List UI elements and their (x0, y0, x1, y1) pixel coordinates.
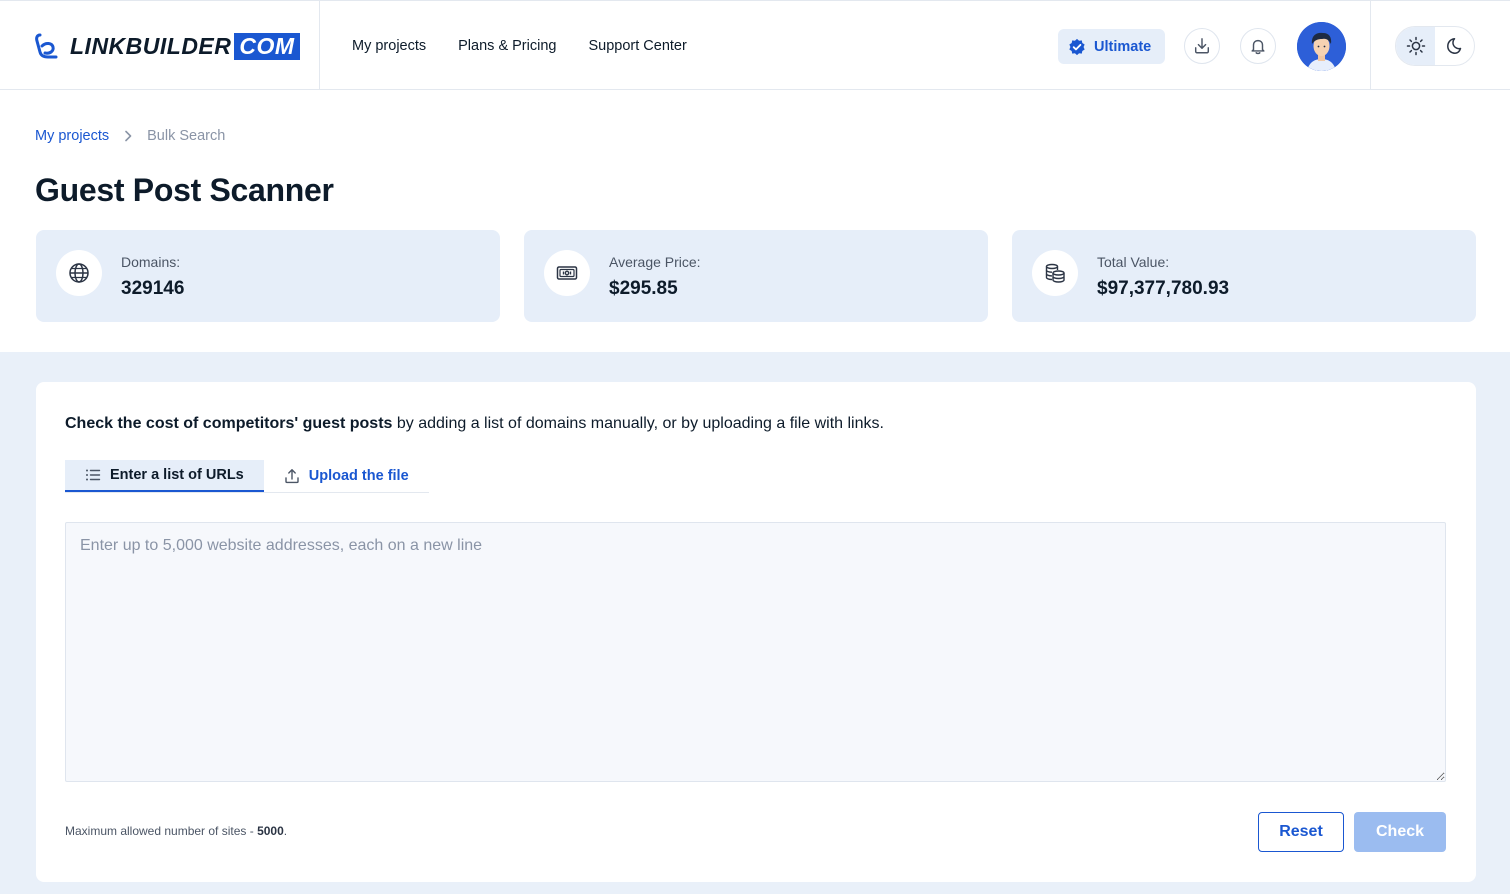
check-button[interactable]: Check (1354, 812, 1446, 852)
stat-value: $97,377,780.93 (1097, 278, 1230, 299)
bell-icon (1251, 39, 1265, 55)
stat-card-total-value: Total Value: $97,377,780.93 (1012, 230, 1476, 322)
logo[interactable]: LINKBUILDER COM (34, 31, 300, 61)
banknote-icon (556, 266, 578, 280)
logo-com: COM (234, 32, 300, 60)
top-header: LINKBUILDER COM My projects Plans & Pric… (0, 0, 1510, 90)
moon-icon (1446, 38, 1461, 54)
download-button[interactable] (1184, 28, 1220, 64)
logo-text: LINKBUILDER (70, 32, 232, 59)
tab-label: Enter a list of URLs (110, 467, 244, 483)
stat-label: Total Value: (1097, 254, 1170, 270)
avatar-image (1297, 22, 1346, 71)
breadcrumb-current: Bulk Search (147, 128, 226, 144)
list-icon (86, 469, 101, 481)
scanner-form-card: Check the cost of competitors' guest pos… (36, 382, 1476, 882)
stat-label: Average Price: (609, 254, 701, 270)
verified-badge-icon (1069, 38, 1085, 55)
theme-toggle[interactable] (1395, 26, 1475, 66)
intro-text: Check the cost of competitors' guest pos… (65, 415, 884, 433)
urls-textarea[interactable] (65, 522, 1446, 782)
dark-theme-option[interactable] (1435, 27, 1474, 65)
stat-value: $295.85 (609, 278, 678, 299)
reset-button[interactable]: Reset (1258, 812, 1344, 852)
stat-value: 329146 (121, 278, 185, 299)
tab-enter-urls[interactable]: Enter a list of URLs (65, 460, 264, 492)
header-divider (319, 1, 320, 90)
nav-support-center[interactable]: Support Center (588, 38, 686, 54)
note-text: Maximum allowed number of sites - (65, 824, 258, 838)
stat-card-domains: Domains: 329146 (36, 230, 500, 322)
main-nav: My projects Plans & Pricing Support Cent… (352, 1, 687, 90)
note-limit: 5000 (257, 824, 284, 838)
max-sites-note: Maximum allowed number of sites - 5000. (65, 824, 287, 838)
breadcrumb-my-projects[interactable]: My projects (35, 128, 109, 144)
input-mode-tabs: Enter a list of URLs Upload the file (65, 460, 429, 493)
notifications-button[interactable] (1240, 28, 1276, 64)
logo-icon (35, 33, 58, 59)
breadcrumb: My projects Bulk Search (35, 128, 225, 144)
tab-label: Upload the file (308, 468, 409, 484)
upload-icon (285, 469, 299, 484)
chevron-right-icon (123, 130, 133, 142)
note-end: . (283, 824, 288, 838)
avatar[interactable] (1297, 22, 1346, 71)
coins-icon (1045, 263, 1065, 283)
download-icon (1194, 38, 1210, 54)
nav-my-projects[interactable]: My projects (352, 38, 426, 54)
globe-icon (69, 263, 89, 283)
stat-card-average-price: Average Price: $295.85 (524, 230, 988, 322)
intro-bold: Check the cost of competitors' guest pos… (65, 415, 393, 432)
plan-badge[interactable]: Ultimate (1058, 29, 1165, 64)
header-divider (1370, 1, 1371, 90)
intro-rest: by adding a list of domains manually, or… (392, 415, 884, 432)
sun-icon (1406, 36, 1425, 56)
stat-label: Domains: (121, 254, 181, 270)
page-title: Guest Post Scanner (35, 172, 334, 208)
tab-upload-file[interactable]: Upload the file (264, 460, 429, 492)
plan-badge-label: Ultimate (1094, 38, 1152, 55)
light-theme-option[interactable] (1396, 27, 1435, 65)
nav-plans-pricing[interactable]: Plans & Pricing (458, 38, 556, 54)
